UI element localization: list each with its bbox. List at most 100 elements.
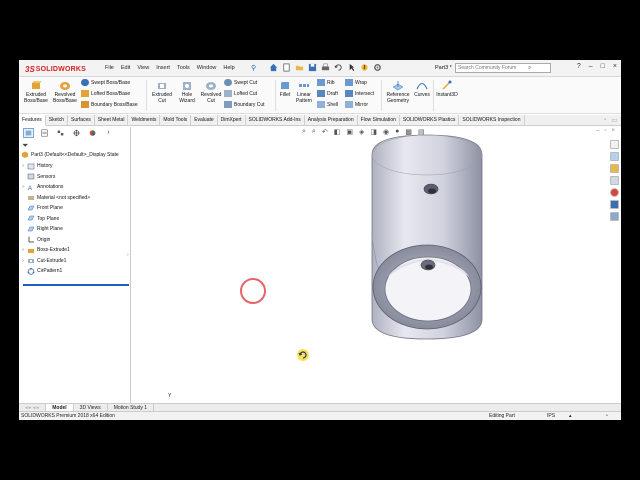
tab-solidworks-plastics[interactable]: SOLIDWORKS Plastics [400, 115, 460, 126]
search-input[interactable] [458, 65, 528, 71]
zoom-to-area-icon[interactable]: ⌕ [312, 128, 316, 136]
expand-arrow-icon[interactable]: › [19, 184, 27, 190]
tree-item-top-plane[interactable]: Top Plane [19, 214, 131, 225]
display-manager-tab-icon[interactable] [87, 128, 98, 138]
panel-collapse-handle[interactable]: › [127, 252, 129, 258]
search-icon[interactable]: ⌕ [528, 65, 531, 72]
unit-system-dropdown-icon[interactable]: ▴ [569, 413, 572, 419]
tab-flow-simulation[interactable]: Flow Simulation [358, 115, 400, 126]
menu-tools[interactable]: Tools [177, 65, 190, 71]
tree-item-annotations[interactable]: › A Annotations [19, 182, 131, 193]
boundary-boss-button[interactable]: Boundary Boss/Base [81, 101, 138, 108]
tab-mold-tools[interactable]: Mold Tools [160, 115, 192, 126]
menu-view[interactable]: View [137, 65, 149, 71]
solidworks-resources-icon[interactable] [609, 140, 619, 149]
tab-model[interactable]: Model [46, 404, 74, 411]
reference-geometry-button[interactable]: Reference Geometry [385, 80, 411, 104]
draft-button[interactable]: Draft [317, 90, 338, 97]
viewport-restore-icon[interactable]: ▫ [604, 128, 606, 134]
file-explorer-icon[interactable] [609, 164, 619, 173]
apply-scene-icon[interactable]: ▩ [405, 128, 412, 136]
maximize-button[interactable]: □ [601, 63, 605, 70]
appearances-scenes-icon[interactable] [609, 188, 619, 197]
rebuild-status-icon[interactable]: ◔ [605, 413, 608, 419]
viewport-close-icon[interactable]: × [611, 128, 615, 134]
tab-features[interactable]: Features [19, 115, 46, 126]
boundary-cut-button[interactable]: Boundary Cut [224, 101, 265, 108]
wrap-button[interactable]: Wrap [345, 79, 367, 86]
viewport-minimize-icon[interactable]: – [596, 128, 599, 134]
select-cursor-icon[interactable] [347, 63, 356, 72]
expand-arrow-icon[interactable]: › [19, 247, 27, 253]
tab-analysis-preparation[interactable]: Analysis Preparation [305, 115, 358, 126]
dimxpert-manager-tab-icon[interactable] [71, 128, 82, 138]
extruded-cut-button[interactable]: Extruded Cut [149, 80, 175, 104]
tab-weldments[interactable]: Weldments [128, 115, 161, 126]
instant3d-button[interactable]: Instant3D [435, 80, 459, 98]
nav-arrows-icon[interactable]: ◂ ▸ ◂ ▸ [19, 404, 47, 411]
rollback-bar[interactable] [23, 284, 129, 286]
design-library-icon[interactable] [609, 152, 619, 161]
options-gear-icon[interactable] [373, 63, 382, 72]
revolved-cut-button[interactable]: Revolved Cut [199, 80, 223, 104]
undo-icon[interactable] [334, 63, 343, 72]
tab-3d-views[interactable]: 3D Views [74, 404, 108, 411]
new-document-icon[interactable] [282, 63, 291, 72]
section-view-icon[interactable]: ◧ [334, 128, 341, 136]
mirror-button[interactable]: Mirror [345, 101, 368, 108]
property-manager-tab-icon[interactable] [39, 128, 50, 138]
feature-tree-tab-icon[interactable] [23, 128, 34, 138]
forum-icon[interactable] [609, 212, 619, 221]
edit-appearance-icon[interactable]: ● [395, 128, 399, 136]
tab-solidworks-inspection[interactable]: SOLIDWORKS Inspection [459, 115, 525, 126]
reference-triad[interactable]: Y X [165, 393, 186, 420]
previous-view-icon[interactable]: ↶ [322, 128, 328, 136]
minimize-button[interactable]: – [589, 63, 593, 70]
tab-evaluate[interactable]: Evaluate [191, 115, 218, 126]
tab-sketch[interactable]: Sketch [46, 115, 69, 126]
save-icon[interactable] [308, 63, 317, 72]
hole-wizard-button[interactable]: Hole Wizard [175, 80, 199, 104]
display-style-icon[interactable]: ◨ [370, 128, 377, 136]
tree-item-origin[interactable]: Origin [19, 235, 131, 246]
close-button[interactable]: × [613, 63, 617, 70]
menu-file[interactable]: File [105, 65, 114, 71]
view-orientation-icon[interactable]: ◈ [359, 128, 364, 136]
tree-item-cirpattern1[interactable]: CirPattern1 [19, 266, 131, 277]
dynamic-annotation-icon[interactable]: ▣ [346, 128, 353, 136]
tab-surfaces[interactable]: Surfaces [68, 115, 95, 126]
extruded-boss-button[interactable]: Extruded Boss/Base [22, 80, 50, 104]
pin-icon[interactable]: ⚲ [251, 64, 256, 72]
expand-panel-icon[interactable]: ▭ [611, 117, 617, 124]
custom-properties-icon[interactable] [609, 200, 619, 209]
open-folder-icon[interactable] [295, 63, 304, 72]
solidworks-logo[interactable]: 3S SOLIDWORKS [25, 64, 86, 74]
menu-edit[interactable]: Edit [121, 65, 130, 71]
search-results-icon[interactable] [609, 176, 619, 185]
graphics-area[interactable]: Y X [132, 127, 608, 420]
restore-panel-icon[interactable]: ▫ [604, 117, 606, 124]
tree-item-cut-extrude1[interactable]: › Cut-Extrude1 [19, 256, 131, 267]
rib-button[interactable]: Rib [317, 79, 335, 86]
tree-item-front-plane[interactable]: Front Plane [19, 203, 131, 214]
tab-motion-study-1[interactable]: Motion Study 1 [108, 404, 155, 411]
tree-item-right-plane[interactable]: Right Plane [19, 224, 131, 235]
lofted-boss-button[interactable]: Lofted Boss/Base [81, 90, 130, 97]
configuration-manager-tab-icon[interactable] [55, 128, 66, 138]
shell-button[interactable]: Shell [317, 101, 338, 108]
fillet-button[interactable]: Fillet [277, 80, 293, 98]
part-model[interactable] [371, 134, 483, 340]
menu-insert[interactable]: Insert [156, 65, 170, 71]
tree-item-boss-extrude1[interactable]: › Boss-Extrude1 [19, 245, 131, 256]
tab-solidworks-add-ins[interactable]: SOLIDWORKS Add-Ins [246, 115, 305, 126]
home-icon[interactable] [269, 63, 278, 72]
swept-boss-button[interactable]: Swept Boss/Base [81, 79, 130, 86]
filter-icon[interactable]: ⏷ [22, 141, 28, 151]
rebuild-icon[interactable] [360, 63, 369, 72]
zoom-to-fit-icon[interactable]: ⌕ [302, 128, 306, 136]
expand-arrow-icon[interactable]: › [19, 258, 27, 264]
part-root-node[interactable]: Part3 (Default<<Default>_Display State [21, 151, 119, 158]
panel-more-icon[interactable]: › [103, 128, 114, 138]
unit-system[interactable]: IPS [547, 413, 555, 419]
expand-arrow-icon[interactable]: › [19, 163, 27, 169]
